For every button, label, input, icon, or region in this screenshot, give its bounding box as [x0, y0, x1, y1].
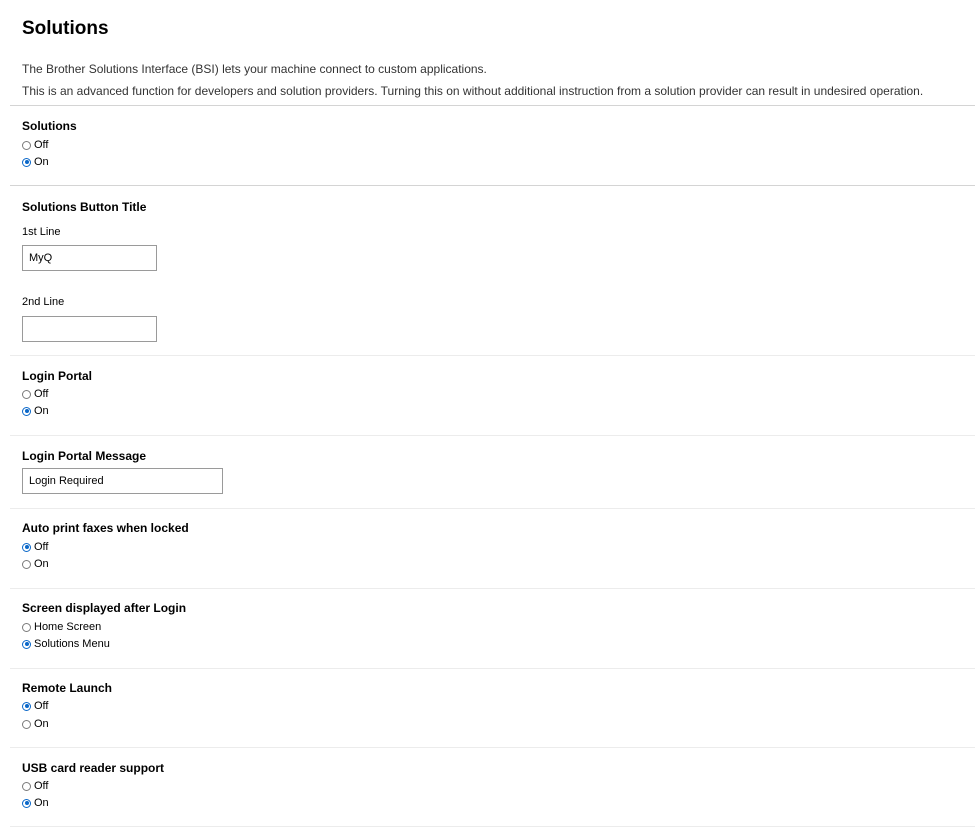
auto-print-radio-off[interactable]: Off	[22, 540, 48, 554]
remote-launch-radio-on[interactable]: On	[22, 717, 49, 731]
divider	[10, 508, 975, 509]
radio-indicator	[22, 781, 31, 791]
login-portal-radio-off[interactable]: Off	[22, 387, 48, 401]
divider	[10, 747, 975, 748]
solutions-radio-on[interactable]: On	[22, 155, 49, 169]
radio-label: Solutions Menu	[34, 638, 110, 650]
radio-indicator	[22, 639, 31, 649]
radio-indicator	[22, 406, 31, 416]
solutions-title: Solutions	[22, 119, 77, 133]
radio-label: On	[34, 718, 49, 730]
radio-label: Off	[34, 700, 49, 712]
usb-card-reader-title: USB card reader support	[22, 761, 165, 775]
usb-card-reader-radio-on[interactable]: On	[22, 796, 49, 810]
second-line-label: 2nd Line	[22, 296, 65, 308]
divider	[10, 105, 975, 106]
radio-label: On	[34, 156, 49, 168]
radio-indicator	[22, 798, 31, 808]
first-line-input[interactable]	[22, 245, 157, 271]
login-message-title: Login Portal Message	[22, 449, 147, 463]
screen-radio-solutions-menu[interactable]: Solutions Menu	[22, 637, 110, 651]
divider	[10, 826, 975, 827]
radio-label: Home Screen	[34, 621, 102, 633]
radio-indicator	[22, 157, 31, 167]
radio-label: Off	[34, 388, 49, 400]
screen-radio-home[interactable]: Home Screen	[22, 620, 101, 634]
login-portal-title: Login Portal	[22, 369, 92, 383]
radio-indicator	[22, 622, 31, 632]
auto-print-title: Auto print faxes when locked	[22, 521, 189, 535]
intro-text-1: The Brother Solutions Interface (BSI) le…	[22, 62, 487, 76]
radio-label: On	[34, 797, 49, 809]
second-line-input[interactable]	[22, 316, 157, 342]
radio-label: On	[34, 558, 49, 570]
radio-label: On	[34, 405, 49, 417]
radio-indicator	[22, 542, 31, 552]
screen-after-login-title: Screen displayed after Login	[22, 601, 187, 615]
divider	[10, 588, 975, 589]
intro-text-2: This is an advanced function for develop…	[22, 84, 924, 98]
login-portal-radio-on[interactable]: On	[22, 404, 49, 418]
divider	[10, 435, 975, 436]
divider	[10, 185, 975, 186]
remote-launch-title: Remote Launch	[22, 681, 113, 695]
radio-indicator	[22, 389, 31, 399]
radio-indicator	[22, 140, 31, 150]
page-title: Solutions	[22, 18, 109, 39]
login-message-input[interactable]	[22, 468, 223, 494]
radio-indicator	[22, 719, 31, 729]
radio-indicator	[22, 701, 31, 711]
radio-indicator	[22, 559, 31, 569]
usb-card-reader-radio-off[interactable]: Off	[22, 779, 48, 793]
solutions-radio-off[interactable]: Off	[22, 138, 48, 152]
button-title-title: Solutions Button Title	[22, 200, 147, 214]
auto-print-radio-on[interactable]: On	[22, 557, 49, 571]
radio-label: Off	[34, 780, 49, 792]
remote-launch-radio-off[interactable]: Off	[22, 699, 48, 713]
divider	[10, 355, 975, 356]
first-line-label: 1st Line	[22, 226, 61, 238]
divider	[10, 668, 975, 669]
radio-label: Off	[34, 541, 49, 553]
radio-label: Off	[34, 139, 49, 151]
